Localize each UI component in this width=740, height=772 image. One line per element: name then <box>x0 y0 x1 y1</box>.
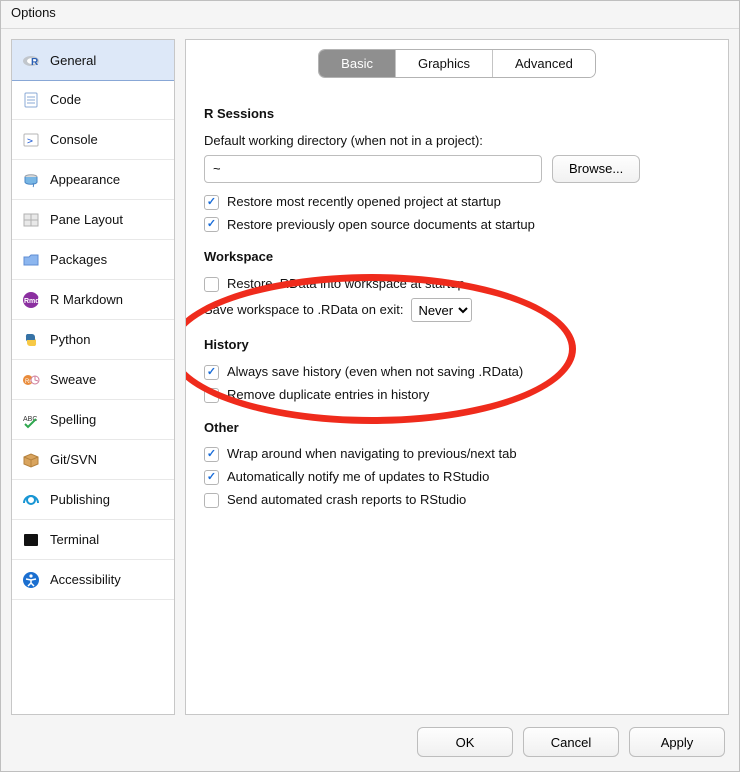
window-title: Options <box>1 1 739 29</box>
restore-rdata-checkbox[interactable] <box>204 277 219 292</box>
sidebar-item-label: Packages <box>50 252 107 267</box>
sidebar-item-label: Console <box>50 132 98 147</box>
remove-dup-history-checkbox[interactable] <box>204 388 219 403</box>
sidebar-item-label: Python <box>50 332 90 347</box>
notify-updates-checkbox[interactable] <box>204 470 219 485</box>
svg-text:Rmd: Rmd <box>24 298 40 305</box>
rmd-icon: Rmd <box>22 291 40 309</box>
sidebar-item-pane-layout[interactable]: Pane Layout <box>12 200 174 240</box>
sidebar-item-label: Spelling <box>50 412 96 427</box>
ok-button[interactable]: OK <box>417 727 513 757</box>
browse-button[interactable]: Browse... <box>552 155 640 183</box>
sidebar-item-sweave[interactable]: Rnw Sweave <box>12 360 174 400</box>
wrap-tabs-label: Wrap around when navigating to previous/… <box>227 445 517 464</box>
apply-button[interactable]: Apply <box>629 727 725 757</box>
tab-advanced[interactable]: Advanced <box>492 50 595 77</box>
default-dir-input[interactable] <box>204 155 542 183</box>
sidebar-item-label: General <box>50 53 96 68</box>
restore-project-label: Restore most recently opened project at … <box>227 193 501 212</box>
always-save-history-label: Always save history (even when not savin… <box>227 363 523 382</box>
heading-workspace: Workspace <box>204 248 710 267</box>
box-icon <box>22 451 40 469</box>
sweave-icon: Rnw <box>22 371 40 389</box>
sidebar-item-code[interactable]: Code <box>12 80 174 120</box>
tab-bar: Basic Graphics Advanced <box>186 40 728 91</box>
save-workspace-select[interactable]: Never <box>411 298 472 322</box>
sidebar-item-label: Terminal <box>50 532 99 547</box>
tab-graphics[interactable]: Graphics <box>395 50 492 77</box>
category-sidebar: R General Code <box>11 39 175 715</box>
tab-basic[interactable]: Basic <box>319 50 395 77</box>
dialog-footer: OK Cancel Apply <box>1 715 739 771</box>
cancel-button[interactable]: Cancel <box>523 727 619 757</box>
crash-reports-checkbox[interactable] <box>204 493 219 508</box>
wrap-tabs-checkbox[interactable] <box>204 447 219 462</box>
paint-bucket-icon <box>22 171 40 189</box>
sidebar-item-accessibility[interactable]: Accessibility <box>12 560 174 600</box>
restore-rdata-label: Restore .RData into workspace at startup <box>227 275 465 294</box>
publish-icon <box>22 491 40 509</box>
folder-icon <box>22 251 40 269</box>
remove-dup-history-label: Remove duplicate entries in history <box>227 386 429 405</box>
sidebar-item-label: Accessibility <box>50 572 121 587</box>
heading-history: History <box>204 336 710 355</box>
settings-content: R Sessions Default working directory (wh… <box>186 91 728 526</box>
terminal-icon <box>22 531 40 549</box>
accessibility-icon <box>22 571 40 589</box>
sidebar-item-spelling[interactable]: ABC Spelling <box>12 400 174 440</box>
sidebar-item-publishing[interactable]: Publishing <box>12 480 174 520</box>
sidebar-item-appearance[interactable]: Appearance <box>12 160 174 200</box>
sidebar-item-label: Sweave <box>50 372 96 387</box>
options-dialog: Options R General <box>0 0 740 772</box>
heading-other: Other <box>204 419 710 438</box>
save-workspace-label: Save workspace to .RData on exit: <box>204 301 403 320</box>
panes-icon <box>22 211 40 229</box>
sidebar-item-label: Publishing <box>50 492 110 507</box>
restore-project-checkbox[interactable] <box>204 195 219 210</box>
notify-updates-label: Automatically notify me of updates to RS… <box>227 468 489 487</box>
default-dir-label: Default working directory (when not in a… <box>204 132 710 151</box>
python-icon <box>22 331 40 349</box>
sidebar-item-python[interactable]: Python <box>12 320 174 360</box>
heading-rsessions: R Sessions <box>204 105 710 124</box>
svg-text:R: R <box>31 57 39 68</box>
sidebar-item-general[interactable]: R General <box>11 39 175 81</box>
sidebar-item-label: Git/SVN <box>50 452 97 467</box>
prompt-icon: > <box>22 131 40 149</box>
spellcheck-icon: ABC <box>22 411 40 429</box>
restore-docs-checkbox[interactable] <box>204 217 219 232</box>
sidebar-item-console[interactable]: > Console <box>12 120 174 160</box>
sidebar-item-rmarkdown[interactable]: Rmd R Markdown <box>12 280 174 320</box>
crash-reports-label: Send automated crash reports to RStudio <box>227 491 466 510</box>
sidebar-item-label: Code <box>50 92 81 107</box>
always-save-history-checkbox[interactable] <box>204 365 219 380</box>
document-icon <box>22 91 40 109</box>
sidebar-item-label: R Markdown <box>50 292 123 307</box>
sidebar-item-git-svn[interactable]: Git/SVN <box>12 440 174 480</box>
sidebar-item-packages[interactable]: Packages <box>12 240 174 280</box>
sidebar-item-terminal[interactable]: Terminal <box>12 520 174 560</box>
restore-docs-label: Restore previously open source documents… <box>227 216 535 235</box>
r-logo-icon: R <box>22 51 40 69</box>
svg-text:>: > <box>27 136 33 147</box>
main-panel: Basic Graphics Advanced R Sessions Defau… <box>185 39 729 715</box>
sidebar-item-label: Pane Layout <box>50 212 123 227</box>
sidebar-item-label: Appearance <box>50 172 120 187</box>
